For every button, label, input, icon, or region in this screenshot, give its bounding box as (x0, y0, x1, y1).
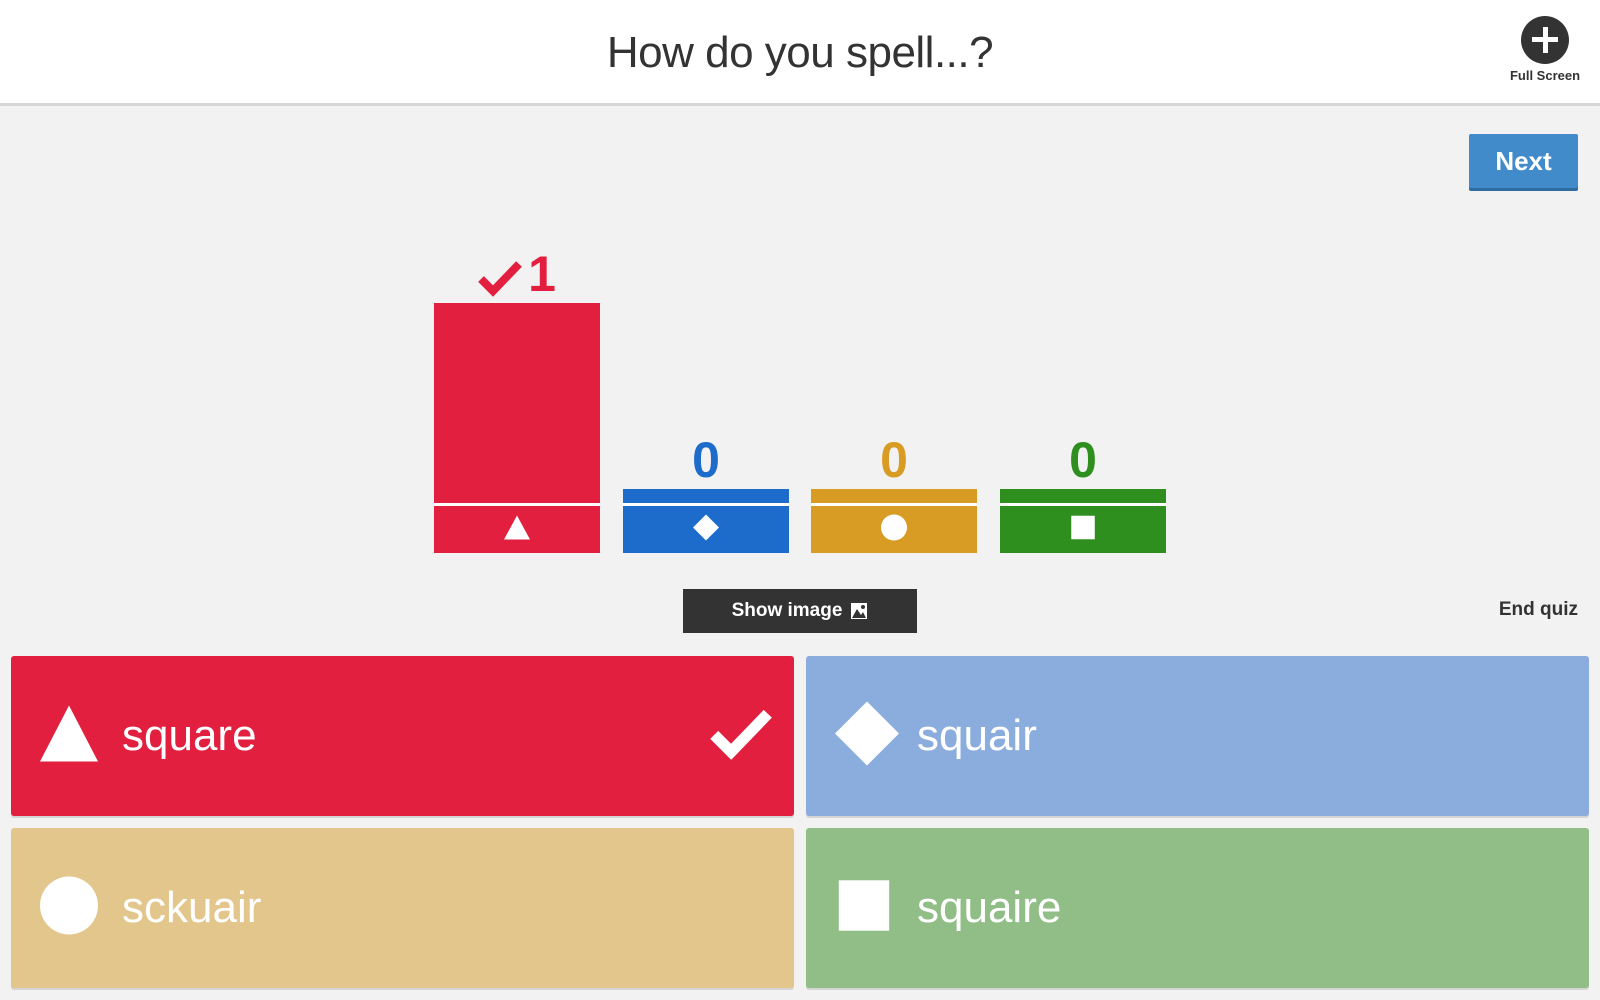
next-button[interactable]: Next (1469, 134, 1578, 188)
square-icon (834, 876, 894, 941)
answer-option-diamond[interactable]: squair (806, 656, 1589, 816)
result-bar-fill (434, 303, 600, 503)
end-quiz-link[interactable]: End quiz (1499, 599, 1578, 621)
answer-option-triangle[interactable]: square (11, 656, 794, 816)
result-count: 1 (434, 245, 600, 299)
result-count: 0 (623, 431, 789, 485)
result-bar-base (811, 503, 977, 553)
answer-option-circle[interactable]: sckuair (11, 828, 794, 988)
circle-icon (39, 876, 99, 941)
result-bar-fill (1000, 489, 1166, 503)
result-count-value: 0 (1069, 431, 1097, 488)
fullscreen-button[interactable]: Full Screen (1506, 16, 1584, 83)
result-count: 0 (1000, 431, 1166, 485)
show-image-button[interactable]: Show image (683, 589, 917, 633)
diamond-icon (834, 701, 900, 772)
result-count-value: 1 (528, 245, 556, 302)
fullscreen-label: Full Screen (1509, 68, 1581, 83)
answer-text: sckuair (122, 883, 262, 932)
answer-text: squair (917, 711, 1037, 760)
result-bar-fill (811, 489, 977, 503)
result-bar-fill (623, 489, 789, 503)
square-icon (1069, 513, 1097, 546)
result-bar: 0 (623, 435, 789, 553)
result-count: 0 (811, 431, 977, 485)
triangle-icon (503, 513, 531, 546)
check-icon (710, 708, 772, 765)
triangle-icon (39, 704, 99, 769)
answer-option-square[interactable]: squaire (806, 828, 1589, 988)
result-count-value: 0 (692, 431, 720, 488)
result-bar: 0 (1000, 435, 1166, 553)
fullscreen-icon (1521, 16, 1569, 64)
result-count-value: 0 (880, 431, 908, 488)
result-bar: 1 (434, 249, 600, 553)
question-title: How do you spell...? (606, 28, 994, 77)
result-bar: 0 (811, 435, 977, 553)
image-icon (851, 603, 868, 619)
answer-text: squaire (917, 883, 1062, 932)
circle-icon (880, 513, 908, 546)
result-bar-base (1000, 503, 1166, 553)
check-icon (478, 255, 522, 297)
result-bar-base (434, 503, 600, 553)
top-bar: How do you spell...? Full Screen (0, 0, 1600, 106)
show-image-label: Show image (731, 600, 843, 621)
answer-text: square (122, 711, 257, 760)
result-bar-base (623, 503, 789, 553)
diamond-icon (692, 513, 720, 546)
